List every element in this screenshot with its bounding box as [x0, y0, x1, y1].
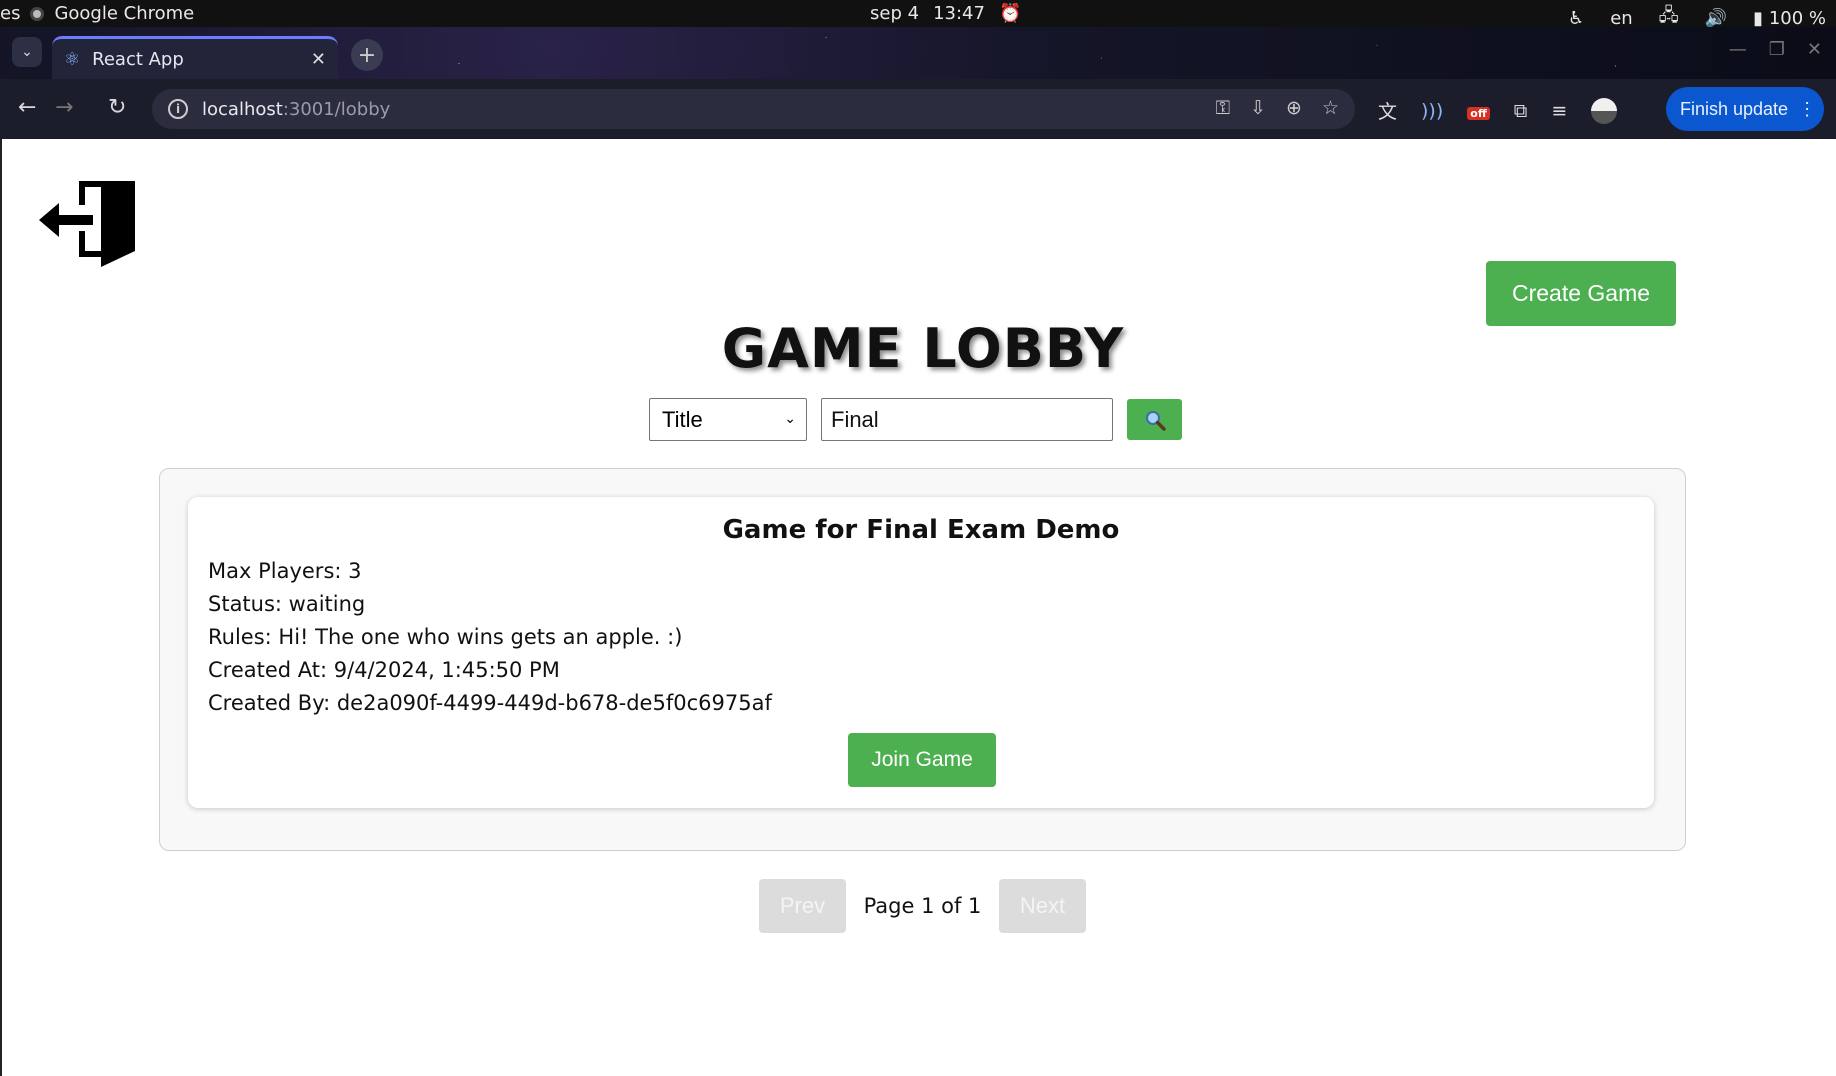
game-status: Status: waiting: [208, 592, 366, 616]
tab-react-app[interactable]: ⚛ React App ✕: [52, 36, 338, 79]
page-content: Create Game GAME LOBBY Title ⌄ Game for …: [0, 139, 1836, 1076]
os-top-bar: es Google Chrome sep 4 13:47 ⏰ ♿ en 🖧 🔊 …: [0, 0, 1836, 29]
join-game-button[interactable]: Join Game: [848, 733, 996, 787]
filter-select-value: Title: [662, 406, 703, 432]
close-icon[interactable]: ✕: [311, 49, 326, 70]
reload-icon[interactable]: ↻: [108, 95, 126, 120]
os-language[interactable]: en: [1610, 8, 1632, 29]
install-icon[interactable]: ⇩: [1250, 97, 1266, 119]
logout-icon[interactable]: [39, 179, 139, 271]
chrome-icon: [30, 6, 45, 21]
game-created-by: Created By: de2a090f-4499-449d-b678-de5f…: [208, 691, 772, 715]
read-aloud-icon[interactable]: ))): [1421, 100, 1443, 122]
back-icon[interactable]: ←: [18, 95, 36, 120]
os-battery[interactable]: ▮ 100 %: [1753, 8, 1826, 29]
window-close-icon[interactable]: ✕: [1807, 39, 1822, 60]
url-text[interactable]: localhost:3001/lobby: [202, 99, 390, 120]
page-indicator: Page 1 of 1: [863, 894, 982, 918]
new-tab-button[interactable]: +: [351, 39, 383, 71]
os-app-name[interactable]: Google Chrome: [54, 3, 194, 24]
prev-button[interactable]: Prev: [759, 879, 846, 933]
alarm-icon: ⏰: [998, 3, 1022, 24]
puzzle-icon[interactable]: ⧉: [1514, 100, 1528, 122]
minimize-icon[interactable]: —: [1729, 39, 1747, 60]
games-list-panel: Game for Final Exam Demo Max Players: 3 …: [159, 468, 1686, 851]
tab-search-button[interactable]: ⌄: [12, 37, 42, 67]
page-title: GAME LOBBY: [721, 317, 1125, 380]
off-extension-icon[interactable]: off: [1467, 100, 1490, 122]
pagination: Prev Page 1 of 1 Next: [759, 879, 1086, 933]
window-controls: — ❐ ✕: [1729, 39, 1822, 60]
forward-icon[interactable]: →: [55, 95, 73, 120]
search-input[interactable]: [821, 398, 1113, 441]
more-icon: ⋮: [1798, 98, 1817, 119]
translate-extension-icon[interactable]: 文: [1378, 97, 1397, 124]
volume-icon[interactable]: 🔊: [1705, 8, 1727, 29]
zoom-icon[interactable]: ⊕: [1286, 97, 1302, 119]
filter-select[interactable]: Title ⌄: [649, 398, 807, 441]
os-app-prefix: es: [0, 3, 21, 24]
restore-icon[interactable]: ❐: [1769, 39, 1785, 60]
media-icon[interactable]: ≡: [1551, 100, 1567, 122]
battery-icon: ▮: [1753, 7, 1764, 29]
key-icon[interactable]: ⚿: [1216, 97, 1230, 119]
off-badge: off: [1467, 106, 1490, 120]
finish-update-button[interactable]: Finish update ⋮: [1666, 87, 1824, 131]
next-button[interactable]: Next: [999, 879, 1086, 933]
game-max-players: Max Players: 3: [208, 559, 362, 583]
game-rules: Rules: Hi! The one who wins gets an appl…: [208, 625, 683, 649]
site-info-icon[interactable]: i: [168, 99, 188, 119]
accessibility-icon[interactable]: ♿: [1568, 8, 1584, 29]
game-created-at: Created At: 9/4/2024, 1:45:50 PM: [208, 658, 560, 682]
url-host: localhost: [202, 98, 283, 120]
tab-strip: ⌄ ⚛ React App ✕ + — ❐ ✕: [0, 27, 1836, 79]
search-button[interactable]: [1127, 399, 1182, 440]
finish-update-label: Finish update: [1680, 98, 1789, 119]
react-icon: ⚛: [64, 48, 81, 70]
plus-icon: +: [357, 42, 377, 68]
address-bar[interactable]: i localhost:3001/lobby ⚿ ⇩ ⊕ ☆: [152, 89, 1355, 129]
battery-label: 100 %: [1768, 7, 1826, 29]
os-clock[interactable]: sep 4 13:47 ⏰: [870, 3, 1021, 24]
search-icon: [1145, 410, 1166, 431]
url-path: :3001/lobby: [282, 98, 391, 120]
game-title: Game for Final Exam Demo: [722, 515, 1120, 545]
browser-toolbar: ← → ↻ i localhost:3001/lobby ⚿ ⇩ ⊕ ☆ 文 )…: [0, 79, 1836, 139]
tab-title: React App: [92, 48, 184, 70]
profile-avatar[interactable]: [1591, 97, 1618, 124]
star-icon[interactable]: ☆: [1322, 97, 1339, 119]
game-card: Game for Final Exam Demo Max Players: 3 …: [188, 497, 1654, 808]
os-time: 13:47: [933, 3, 985, 24]
extensions-area: 文 ))) off ⧉ ≡: [1378, 97, 1618, 124]
os-date: sep 4: [870, 3, 920, 24]
chevron-down-icon: ⌄: [784, 410, 796, 426]
chevron-down-icon: ⌄: [21, 44, 33, 60]
